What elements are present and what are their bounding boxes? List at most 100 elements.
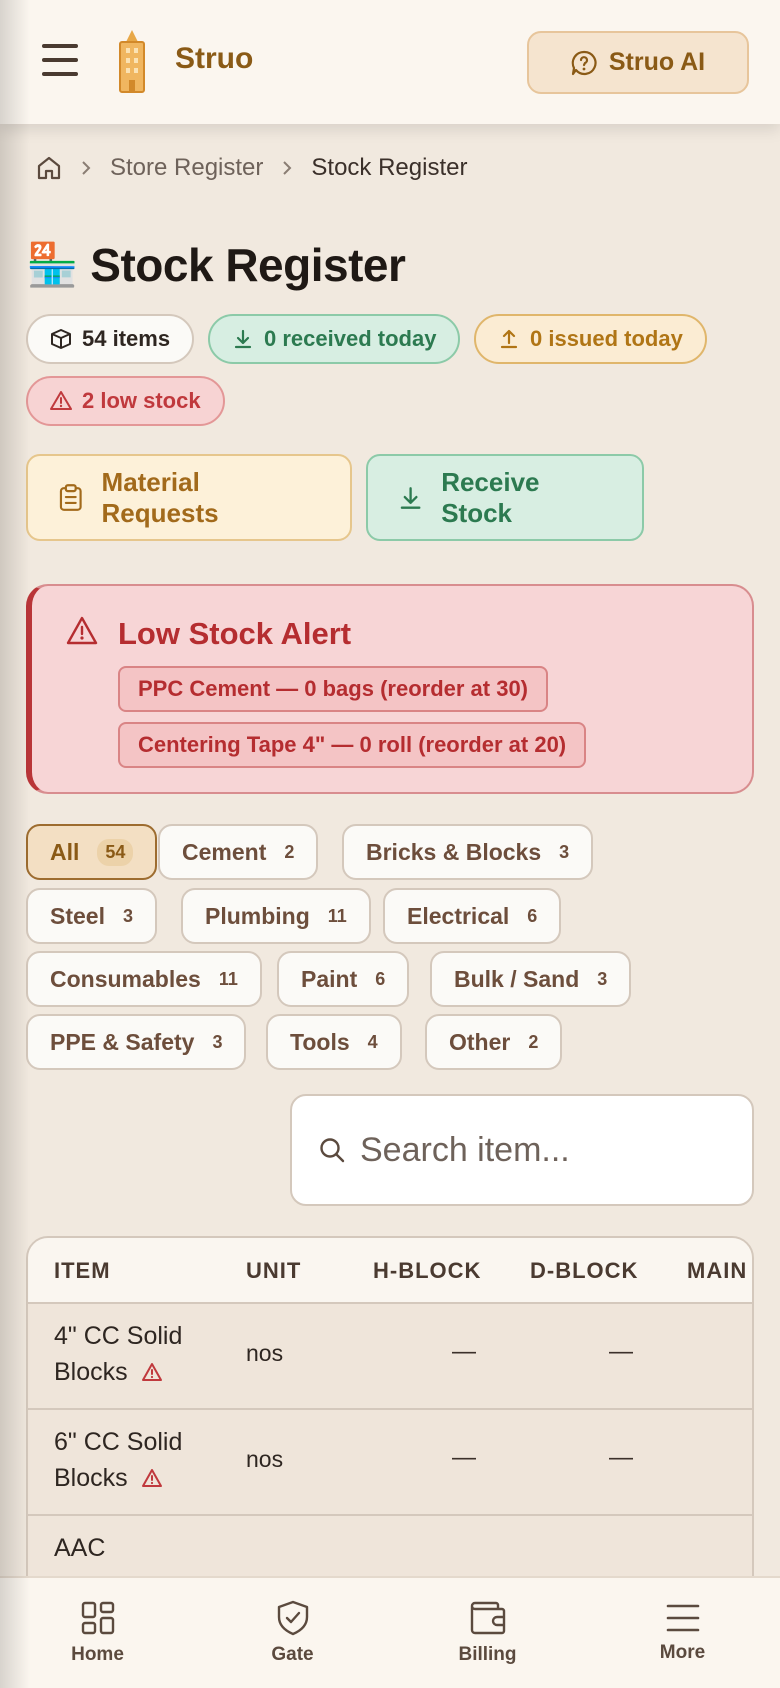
download-icon [234, 329, 252, 349]
hamburger-menu-icon[interactable] [42, 44, 78, 76]
breadcrumb-store-register[interactable]: Store Register [110, 154, 263, 182]
struo-ai-label: Struo AI [608, 48, 706, 76]
search-input[interactable] [360, 1130, 740, 1170]
filter-plumbing[interactable]: Plumbing 11 [181, 888, 371, 944]
alert-item[interactable]: Centering Tape 4" — 0 roll (reorder at 2… [118, 722, 587, 768]
receive-stock-label: Receive Stock [441, 466, 540, 528]
column-header-d-block[interactable]: D-BLOCK [530, 1258, 638, 1284]
low-stock-label: 2 low stock [82, 388, 201, 413]
filter-consumables[interactable]: Consumables 11 [26, 951, 262, 1007]
column-header-unit[interactable]: UNIT [246, 1258, 301, 1284]
item-name-line: Blocks [54, 1464, 128, 1492]
received-today-label: 0 received today [264, 326, 437, 351]
low-stock-alert: Low Stock Alert PPC Cement — 0 bags (reo… [26, 584, 754, 794]
filter-count: 6 [527, 905, 538, 926]
filter-all[interactable]: All 54 [26, 824, 158, 880]
grid-icon [81, 1601, 114, 1635]
app-header: Struo Struo AI [0, 0, 780, 124]
warning-triangle-icon [50, 391, 72, 410]
warning-triangle-icon [141, 1469, 162, 1487]
filter-other[interactable]: Other 2 [425, 1014, 563, 1070]
upload-icon [500, 329, 518, 349]
package-icon [51, 329, 71, 349]
filter-label: Other [449, 1028, 511, 1055]
warning-triangle-icon [141, 1363, 162, 1381]
item-name-line: Blocks [54, 1358, 128, 1386]
receive-stock-button[interactable]: Receive Stock [366, 454, 644, 541]
filter-bulk-sand[interactable]: Bulk / Sand 3 [430, 951, 632, 1007]
filter-label: All [50, 838, 80, 865]
material-requests-button[interactable]: Material Requests [26, 454, 352, 541]
column-header-main[interactable]: MAIN [687, 1258, 747, 1284]
items-count-badge: 54 items [26, 314, 195, 364]
low-stock-badge[interactable]: 2 low stock [26, 376, 225, 426]
menu-icon [666, 1604, 699, 1632]
filter-tools[interactable]: Tools 4 [266, 1014, 402, 1070]
nav-home-label: Home [71, 1644, 124, 1665]
page-title-text: Stock Register [90, 239, 406, 291]
table-row[interactable]: 4" CC Solid Blocks nos — — [28, 1304, 752, 1410]
nav-more[interactable]: More [585, 1578, 780, 1688]
filter-count: 3 [559, 841, 570, 862]
filter-electrical[interactable]: Electrical 6 [383, 888, 562, 944]
filter-count: 11 [218, 968, 238, 989]
filter-count: 2 [528, 1031, 539, 1052]
filter-ppe-safety[interactable]: PPE & Safety 3 [26, 1014, 247, 1070]
issued-today-badge: 0 issued today [474, 314, 707, 364]
home-icon[interactable] [36, 155, 62, 181]
items-count-label: 54 items [82, 326, 171, 351]
item-name-cell: 6" CC Solid Blocks [54, 1424, 224, 1496]
breadcrumb: Store Register Stock Register [36, 154, 467, 182]
bottom-nav: Home Gate Billing More [0, 1576, 780, 1688]
item-name-line: 4" CC Solid [54, 1322, 183, 1350]
filter-label: Electrical [407, 902, 510, 929]
clipboard-icon [59, 483, 82, 511]
filter-cement[interactable]: Cement 2 [158, 824, 319, 880]
search-box [290, 1094, 754, 1206]
search-icon [320, 1138, 345, 1163]
chevron-right-icon [283, 161, 292, 175]
chat-help-icon [571, 50, 597, 75]
h-block-cell: — [452, 1338, 476, 1365]
column-header-h-block[interactable]: H-BLOCK [373, 1258, 481, 1284]
chevron-right-icon [82, 161, 91, 175]
filter-label: Plumbing [205, 902, 310, 929]
breadcrumb-stock-register: Stock Register [311, 154, 468, 181]
struo-ai-button[interactable]: Struo AI [527, 31, 749, 94]
filter-label: PPE & Safety [50, 1028, 195, 1055]
page-title: 🏪 Stock Register [26, 238, 406, 292]
download-icon [400, 486, 421, 509]
filter-count: 2 [284, 841, 295, 862]
filter-label: Bricks & Blocks [366, 838, 542, 865]
building-logo-icon [119, 30, 145, 93]
nav-home[interactable]: Home [0, 1578, 195, 1688]
table-row[interactable]: 6" CC Solid Blocks nos — — [28, 1410, 752, 1516]
filter-count: 54 [97, 838, 134, 866]
item-name-cell: 4" CC Solid Blocks [54, 1318, 224, 1390]
filter-count: 4 [367, 1031, 378, 1052]
filter-count: 3 [597, 968, 608, 989]
issued-today-label: 0 issued today [530, 326, 683, 351]
filter-count: 11 [327, 905, 347, 926]
h-block-cell: — [452, 1444, 476, 1471]
filter-paint[interactable]: Paint 6 [277, 951, 410, 1007]
filter-count: 3 [212, 1031, 223, 1052]
alert-item[interactable]: PPC Cement — 0 bags (reorder at 30) [118, 666, 549, 712]
item-name-cell: AAC [54, 1530, 224, 1566]
nav-gate[interactable]: Gate [195, 1578, 390, 1688]
d-block-cell: — [609, 1338, 633, 1365]
column-header-item[interactable]: ITEM [54, 1258, 111, 1284]
item-name-line: 6" CC Solid [54, 1428, 183, 1456]
filter-bricks-blocks[interactable]: Bricks & Blocks 3 [342, 824, 594, 880]
d-block-cell: — [609, 1444, 633, 1471]
nav-more-label: More [659, 1642, 706, 1663]
filter-steel[interactable]: Steel 3 [26, 888, 157, 944]
unit-cell: nos [246, 1340, 284, 1366]
warning-triangle-icon [66, 616, 98, 645]
nav-billing[interactable]: Billing [390, 1578, 585, 1688]
nav-gate-label: Gate [271, 1644, 314, 1665]
table-header: ITEM UNIT H-BLOCK D-BLOCK MAIN [28, 1238, 752, 1304]
item-name-line: AAC [54, 1534, 106, 1562]
brand-name: Struo [175, 42, 254, 75]
nav-billing-label: Billing [458, 1644, 517, 1665]
